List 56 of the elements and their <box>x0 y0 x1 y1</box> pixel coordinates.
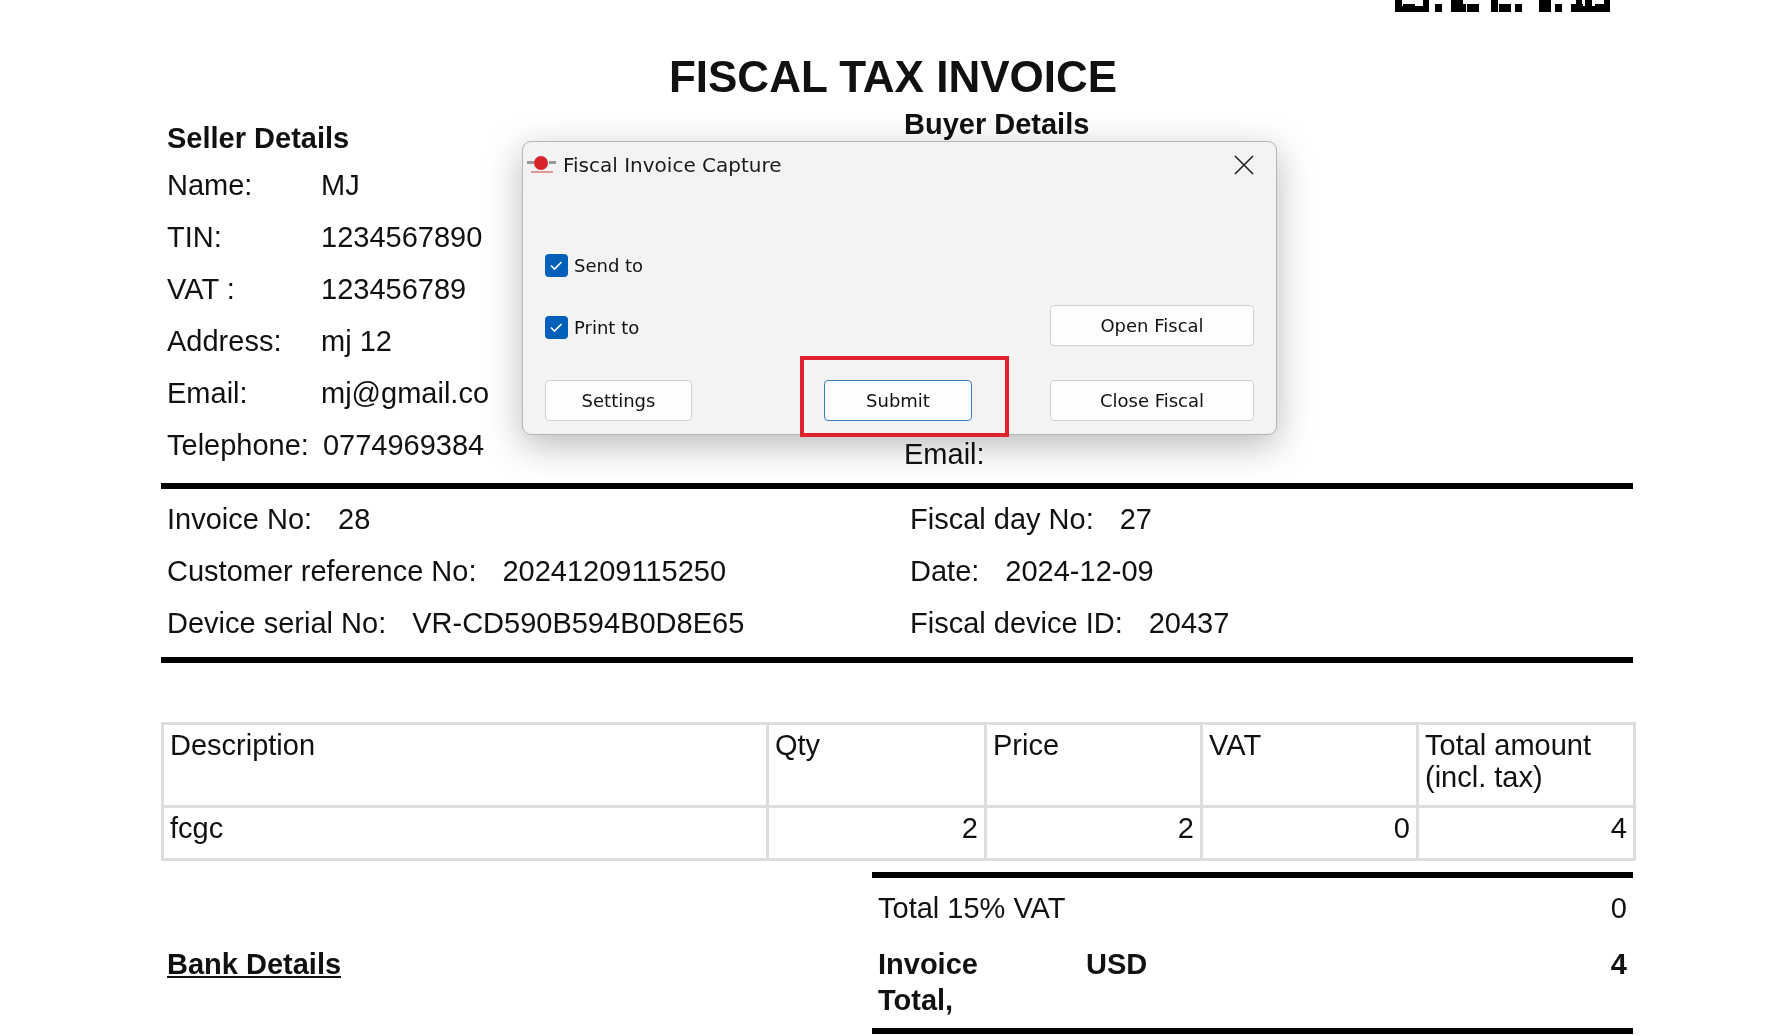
table-cell: 0 <box>1201 806 1418 860</box>
app-logo-icon <box>527 155 557 175</box>
field-value: mj@gmail.co <box>321 376 490 411</box>
field-label: Fiscal device ID: <box>910 606 1123 641</box>
table-cell: 2 <box>767 806 986 860</box>
field-label: Device serial No: <box>167 606 387 641</box>
field-value: MJ <box>321 168 360 203</box>
checkbox-label: Print to <box>574 316 640 338</box>
field-label: Email: <box>167 376 249 411</box>
column-header: VAT <box>1201 723 1418 807</box>
field-value: 27 <box>1119 502 1152 537</box>
column-header: Qty <box>767 723 986 807</box>
total-label: Total 15% VAT <box>878 891 1066 926</box>
field-value: 20437 <box>1148 606 1230 641</box>
column-header: Total amount (incl. tax) <box>1417 723 1635 807</box>
field-value: 20241209115250 <box>502 554 727 589</box>
field-label: Invoice No: <box>167 502 313 537</box>
checkbox-box[interactable] <box>545 315 568 339</box>
field-value: 123456789 <box>321 272 467 307</box>
table-cell: 4 <box>1417 806 1635 860</box>
table-cell: fcgc <box>162 806 768 860</box>
field-label: Fiscal day No: <box>910 502 1094 537</box>
checkbox[interactable]: Print to <box>545 314 972 340</box>
field-label: Telephone: <box>167 428 309 463</box>
field-value: mj 12 <box>321 324 392 359</box>
field-label: Customer reference No: <box>167 554 477 589</box>
total-value: 0 <box>1610 891 1627 926</box>
invoice-title: FISCAL TAX INVOICE <box>667 52 1119 102</box>
field-label: Address: <box>167 324 283 359</box>
checkbox-label: Send to <box>574 254 644 276</box>
field-label: Name: <box>167 168 254 203</box>
field-value: 0774969384 <box>322 428 485 463</box>
checkbox[interactable]: Send to <box>545 252 972 278</box>
total-value: 4 <box>1610 947 1627 982</box>
total-label: Invoice Total, <box>878 947 979 1018</box>
dialog-title: Fiscal Invoice Capture <box>563 153 782 177</box>
currency: USD <box>1086 948 1148 980</box>
field-label: TIN: <box>167 220 223 255</box>
field-value: VR-CD590B594B0D8E65 <box>412 606 745 641</box>
bank-details-heading: Bank Details <box>167 948 342 980</box>
field-label: Date: <box>910 554 980 589</box>
checkbox-box[interactable] <box>545 253 568 277</box>
field-label: VAT : <box>167 272 236 307</box>
field-value: 1234567890 <box>321 220 483 255</box>
dialog-button[interactable]: Submit <box>824 380 972 421</box>
section-heading: Buyer Details <box>904 107 1090 141</box>
field-value: 2024-12-09 <box>1005 554 1154 589</box>
dialog-button[interactable]: Close Fiscal <box>1050 380 1254 421</box>
dialog-button[interactable]: Open Fiscal <box>1050 305 1254 346</box>
field-label: Email: <box>904 437 986 471</box>
field-value: 28 <box>338 502 371 537</box>
section-heading: Seller Details <box>167 121 351 155</box>
column-header: Price <box>985 723 1202 807</box>
dialog-button[interactable]: Settings <box>545 380 692 421</box>
table-cell: 2 <box>985 806 1202 860</box>
column-header: Description <box>162 723 768 807</box>
